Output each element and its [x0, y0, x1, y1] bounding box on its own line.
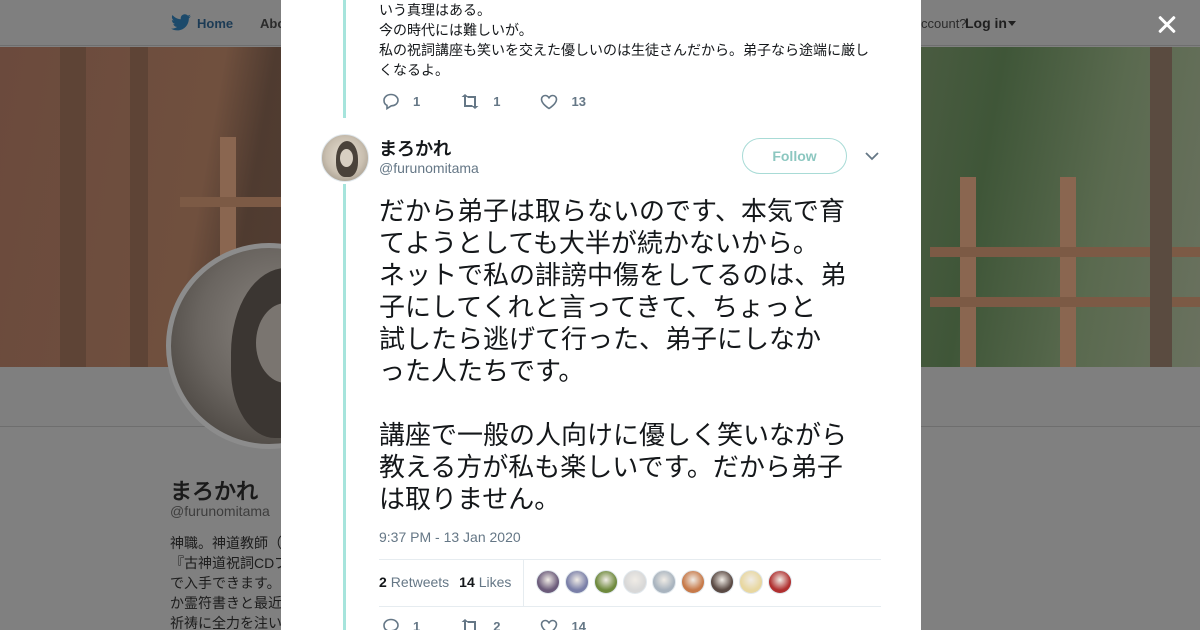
tweet-text-line: 教える方が私も楽しいです。だから弟子: [379, 453, 843, 483]
like-count: 13: [571, 94, 586, 109]
account-prompt: ccount?: [921, 16, 967, 31]
tweet-text-line: だから弟子は取らないのです、本気で育: [379, 197, 845, 227]
tweet-text-line: った人たちです。: [379, 357, 585, 387]
retweet-icon: [461, 619, 477, 630]
tweet-text-line: は取りません。: [379, 485, 561, 515]
thread-line: [343, 0, 346, 118]
liker-avatar[interactable]: [565, 570, 589, 594]
liker-avatar[interactable]: [536, 570, 560, 594]
divider: [523, 560, 524, 606]
author-avatar[interactable]: [321, 134, 369, 182]
reply-icon: [383, 618, 399, 630]
close-icon[interactable]: [1152, 10, 1182, 40]
reply-button[interactable]: 1: [382, 618, 420, 630]
retweets-stat-count: 2: [379, 574, 387, 590]
author-name[interactable]: まろかれ: [379, 135, 451, 161]
previous-tweet-line: くなるよ。: [379, 62, 449, 78]
reply-count: 1: [413, 619, 421, 630]
previous-tweet-line: 今の時代には難しいが。: [379, 22, 533, 38]
banner-tree: [1150, 47, 1172, 367]
thread-line: [343, 184, 346, 630]
profile-name: まろかれ: [170, 479, 259, 504]
retweet-button[interactable]: 1: [460, 94, 500, 109]
login-link[interactable]: Log in: [965, 15, 1007, 31]
banner-post: [960, 177, 976, 367]
profile-handle[interactable]: @furunomitama: [170, 503, 270, 519]
previous-tweet-actions: 1 1 13: [382, 93, 626, 110]
liker-avatar[interactable]: [739, 570, 763, 594]
tweet-stats: 2 Retweets 14 Likes: [379, 574, 521, 590]
previous-tweet-text: いう真理はある。 今の時代には難しいが。 私の祝詞講座も笑いを交えた優しいのは生…: [379, 0, 884, 80]
retweet-count: 1: [493, 94, 501, 109]
liker-avatar[interactable]: [594, 570, 618, 594]
liker-avatars: [536, 570, 797, 594]
liker-avatar[interactable]: [623, 570, 647, 594]
tweet-text-line: 試したら逃げて行った、弟子にしなか: [379, 325, 822, 355]
liker-avatar[interactable]: [681, 570, 705, 594]
tweet-text-line: てようとしても大半が続かないから。: [379, 229, 819, 259]
retweet-count: 2: [493, 619, 501, 630]
tweet-modal: いう真理はある。 今の時代には難しいが。 私の祝詞講座も笑いを交えた優しいのは生…: [281, 0, 921, 630]
like-button[interactable]: 13: [540, 94, 586, 110]
avatar-face: [340, 149, 353, 167]
follow-button[interactable]: Follow: [742, 138, 847, 174]
banner-post: [1060, 177, 1076, 367]
liker-avatar[interactable]: [768, 570, 792, 594]
nav-home-link[interactable]: Home: [197, 16, 233, 31]
likes-stat-label: Likes: [478, 574, 512, 590]
retweet-button[interactable]: 2: [460, 619, 500, 630]
heart-icon: [541, 619, 558, 630]
like-count: 14: [571, 619, 586, 630]
chevron-down-icon[interactable]: [864, 150, 880, 162]
tweet-text-line: 子にしてくれと言ってきて、ちょっと: [379, 293, 817, 323]
retweets-stat-label: Retweets: [390, 574, 450, 590]
chevron-down-icon[interactable]: [1008, 21, 1016, 26]
author-handle[interactable]: @furunomitama: [379, 160, 479, 176]
tweet-timestamp[interactable]: 9:37 PM - 13 Jan 2020: [379, 529, 521, 545]
banner-tree: [130, 47, 148, 367]
liker-avatar[interactable]: [652, 570, 676, 594]
like-button[interactable]: 14: [540, 619, 586, 630]
divider: [379, 559, 881, 560]
liker-avatar[interactable]: [710, 570, 734, 594]
tweet-text-line: 講座で一般の人向けに優しく笑いながら: [379, 421, 848, 451]
reply-icon: [383, 93, 399, 110]
retweets-stat[interactable]: 2 Retweets: [379, 574, 449, 590]
previous-tweet-line: いう真理はある。: [379, 2, 491, 18]
likes-stat[interactable]: 14 Likes: [459, 574, 511, 590]
divider: [379, 606, 881, 607]
profile-bio: 神職。神道教師（ 『古神道祝詞CDブ で入手できます。 か霊符書きと最近 祈祷に…: [170, 535, 282, 630]
tweet-text: だから弟子は取らないのです、本気で育 てようとしても大半が続かないから。 ネット…: [379, 196, 887, 516]
retweet-icon: [461, 94, 479, 109]
tweet-actions: 1 2 14: [382, 618, 626, 630]
reply-count: 1: [413, 94, 421, 109]
likes-stat-count: 14: [459, 574, 475, 590]
twitter-bird-icon[interactable]: [170, 14, 192, 32]
tweet-text-line: ネットで私の誹謗中傷をしてるのは、弟: [379, 261, 847, 291]
banner-tree: [60, 47, 86, 367]
previous-tweet-line: 私の祝詞講座も笑いを交えた優しいのは生徒さんだから。弟子なら途端に厳し: [379, 42, 869, 58]
heart-icon: [541, 94, 558, 109]
reply-button[interactable]: 1: [382, 93, 420, 110]
